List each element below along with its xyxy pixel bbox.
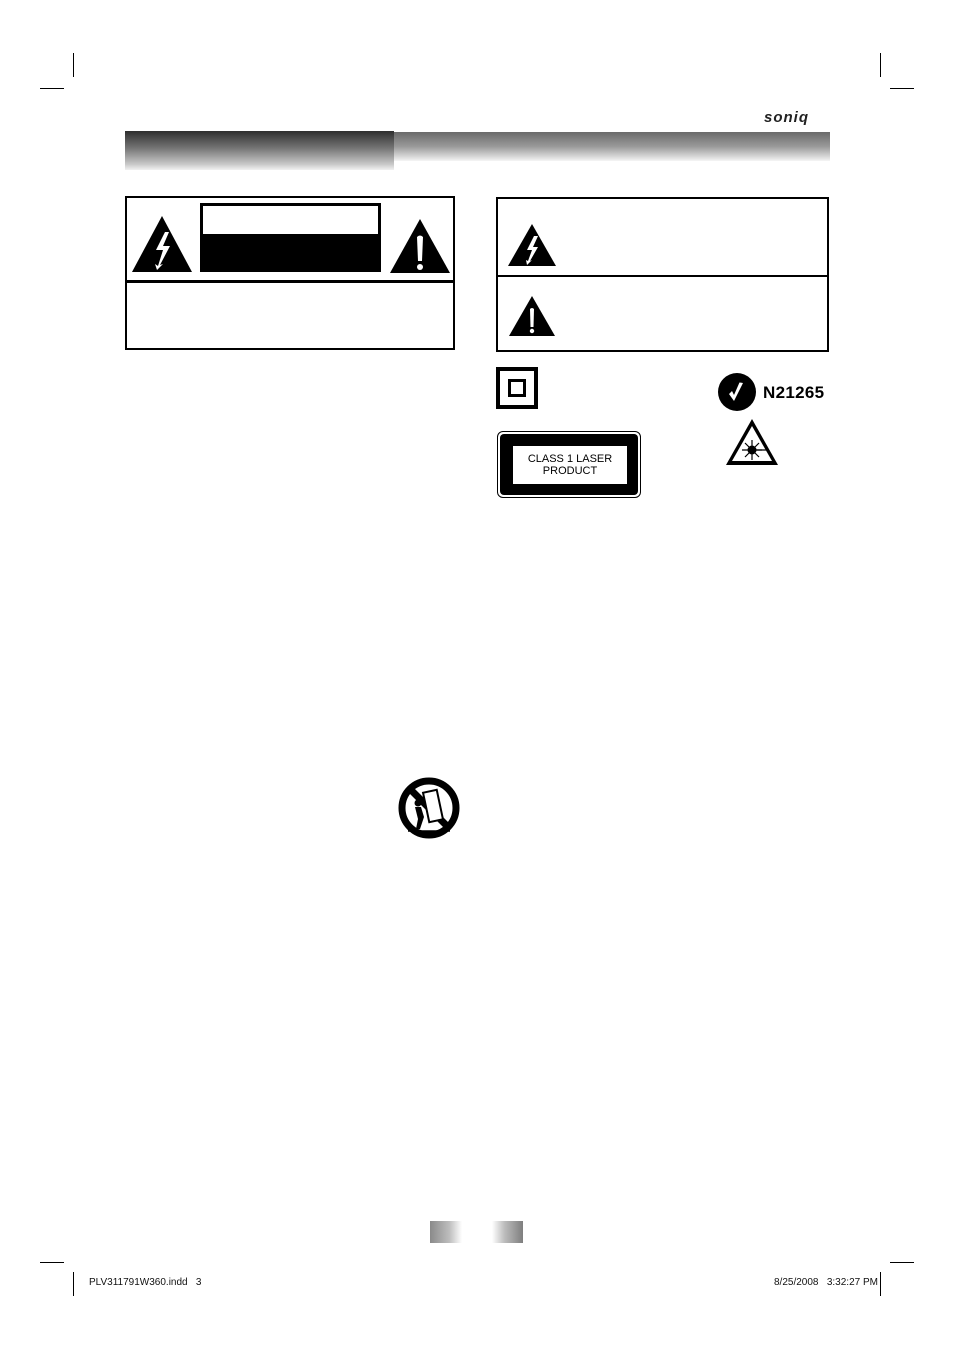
caution-divider — [127, 280, 453, 283]
crop-mark — [73, 1272, 74, 1296]
c-tick-code: N21265 — [763, 383, 825, 402]
class1-laser-label: CLASS 1 LASER PRODUCT — [497, 431, 641, 498]
laser-label-line: CLASS 1 LASER — [527, 453, 613, 465]
crop-mark — [880, 1272, 881, 1296]
laser-radiation-icon — [726, 419, 778, 465]
crop-mark — [40, 1262, 64, 1263]
footer-file-name: PLV311791W360.indd 3 — [89, 1277, 202, 1288]
double-square-inner — [508, 379, 526, 397]
lightning-warning-icon — [132, 216, 192, 272]
crop-mark — [40, 88, 64, 89]
header-rule-band — [394, 132, 830, 161]
caution-label-top — [203, 206, 378, 234]
double-square-icon — [496, 367, 538, 409]
crop-mark — [880, 53, 881, 77]
cart-tipover-warning-icon — [398, 777, 460, 839]
lightning-warning-icon — [508, 224, 556, 266]
symbol-explanation-panel — [496, 197, 829, 352]
exclamation-warning-icon — [509, 296, 555, 336]
section-title-band — [125, 131, 394, 170]
laser-label-frame: CLASS 1 LASER PRODUCT — [500, 434, 638, 495]
caution-panel — [125, 196, 455, 350]
c-tick-icon — [718, 373, 756, 411]
exclamation-warning-icon — [390, 219, 450, 273]
laser-label-text: CLASS 1 LASER PRODUCT — [513, 446, 627, 484]
symbols-divider — [498, 275, 827, 277]
footer-timestamp: 8/25/2008 3:32:27 PM — [774, 1277, 878, 1288]
crop-mark — [73, 53, 74, 77]
caution-label — [200, 203, 381, 272]
brand-logo: soniq — [764, 109, 809, 126]
page-number-band-left — [430, 1221, 462, 1243]
laser-label-line: PRODUCT — [542, 465, 598, 477]
page-number-band-right — [492, 1221, 523, 1243]
crop-mark — [890, 88, 914, 89]
crop-mark — [890, 1262, 914, 1263]
